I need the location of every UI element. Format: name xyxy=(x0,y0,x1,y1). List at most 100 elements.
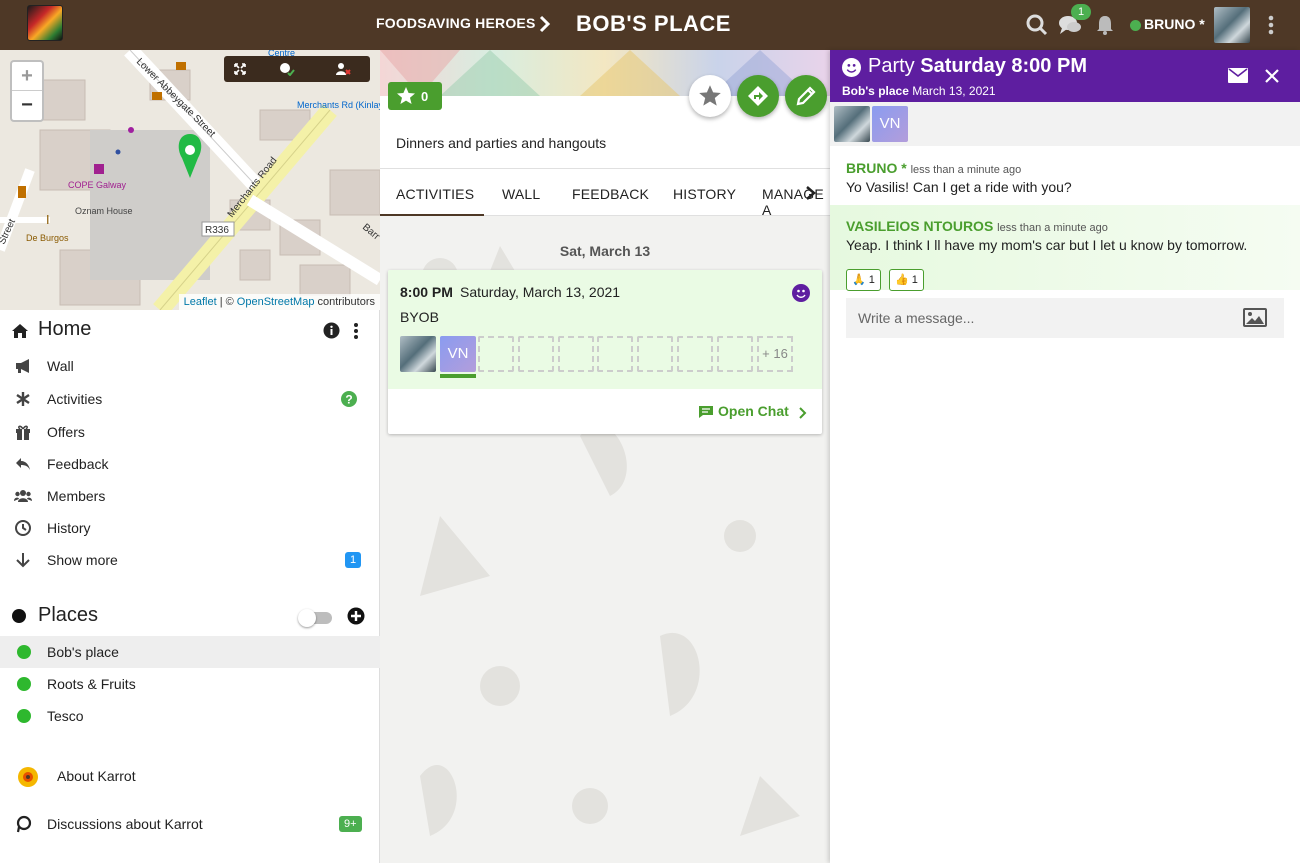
online-status-dot xyxy=(1130,20,1141,31)
user-name[interactable]: BRUNO * xyxy=(1144,16,1205,32)
places-dot-icon xyxy=(12,609,26,623)
home-title[interactable]: Home xyxy=(38,318,91,341)
close-icon[interactable] xyxy=(1264,68,1280,84)
reaction-emoji: 👍 xyxy=(895,274,909,286)
breadcrumb-group[interactable]: FOODSAVING HEROES xyxy=(376,15,536,31)
karrot-logo-icon xyxy=(18,767,38,787)
search-icon[interactable] xyxy=(1025,13,1049,37)
place-item-tesco[interactable]: Tesco xyxy=(0,700,380,732)
group-logo[interactable] xyxy=(27,5,63,41)
empty-slot[interactable] xyxy=(717,336,753,372)
info-icon[interactable] xyxy=(323,322,340,339)
chat-sub-place[interactable]: Bob's place xyxy=(842,84,909,98)
message-author[interactable]: BRUNO * less than a minute ago xyxy=(846,160,1021,176)
user-avatar[interactable] xyxy=(1214,7,1250,43)
chevron-right-icon xyxy=(539,15,551,33)
show-users-icon[interactable] xyxy=(335,62,351,76)
sidebar-item-about[interactable]: About Karrot xyxy=(0,760,380,794)
add-place-icon[interactable] xyxy=(347,607,365,625)
email-icon[interactable] xyxy=(1228,68,1248,83)
message-author[interactable]: VASILEIOS NTOUROS less than a minute ago xyxy=(846,218,1108,234)
chevron-right-icon[interactable] xyxy=(798,406,808,420)
sidebar-item-label: History xyxy=(47,520,91,536)
tab-wall[interactable]: WALL xyxy=(502,186,540,202)
reply-icon xyxy=(16,458,30,470)
zoom-out-button[interactable]: − xyxy=(12,91,42,120)
map[interactable]: Lower Abbeygate Street Merchants Road Me… xyxy=(0,50,380,310)
sidebar: Home Wall Activities ? Offers Feedback M… xyxy=(0,310,380,863)
arrow-down-icon xyxy=(16,553,30,568)
help-icon[interactable]: ? xyxy=(341,391,357,407)
reaction-count: 1 xyxy=(868,274,875,286)
map-label-oznam: Oznam House xyxy=(75,206,133,216)
place-tabs: ACTIVITIES WALL FEEDBACK HISTORY MANAGE … xyxy=(380,168,830,218)
more-vert-icon[interactable] xyxy=(1264,14,1278,36)
sidebar-item-wall[interactable]: Wall xyxy=(0,350,380,382)
fullscreen-icon[interactable] xyxy=(234,63,246,75)
date-heading: Sat, March 13 xyxy=(559,243,651,259)
sidebar-item-feedback[interactable]: Feedback xyxy=(0,448,380,480)
place-status-dot xyxy=(17,709,31,723)
places-title[interactable]: Places xyxy=(38,604,98,627)
places-toggle[interactable] xyxy=(298,609,332,627)
empty-slot[interactable] xyxy=(637,336,673,372)
chevron-right-icon[interactable] xyxy=(804,185,818,201)
show-places-icon[interactable] xyxy=(279,62,295,76)
sidebar-item-history[interactable]: History xyxy=(0,512,380,544)
empty-slot[interactable] xyxy=(558,336,594,372)
breadcrumb-place[interactable]: BOB'S PLACE xyxy=(576,11,731,37)
map-toolbar xyxy=(224,56,370,82)
attribution-suffix: contributors xyxy=(317,296,375,308)
asterisk-icon xyxy=(16,392,30,406)
edit-place-button[interactable] xyxy=(785,75,827,117)
participant-avatar[interactable]: VN xyxy=(872,106,908,142)
empty-slot[interactable] xyxy=(597,336,633,372)
star-place-button[interactable] xyxy=(689,75,731,117)
chat-header: Party Saturday 8:00 PM Bob's place March… xyxy=(830,50,1300,102)
open-chat-button[interactable]: Open Chat xyxy=(718,403,789,419)
zoom-in-button[interactable]: + xyxy=(12,62,42,91)
reaction-thumbs-up[interactable]: 👍 1 xyxy=(889,269,924,291)
sidebar-item-show-more[interactable]: Show more 1 xyxy=(0,544,380,576)
tab-activities[interactable]: ACTIVITIES xyxy=(396,186,474,202)
activity-note: BYOB xyxy=(400,309,439,325)
sidebar-item-label: Feedback xyxy=(47,456,109,472)
more-slots: + 16 xyxy=(757,336,793,372)
bell-icon[interactable] xyxy=(1093,13,1117,37)
sidebar-item-discussions[interactable]: Discussions about Karrot 9+ xyxy=(0,808,380,840)
author-name: BRUNO * xyxy=(846,160,907,176)
sidebar-item-offers[interactable]: Offers xyxy=(0,416,380,448)
map-tiles: Lower Abbeygate Street Merchants Road Me… xyxy=(0,50,380,310)
reaction-count: 1 xyxy=(911,274,918,286)
empty-slot[interactable] xyxy=(518,336,554,372)
participant-avatar[interactable] xyxy=(400,336,436,372)
message-input[interactable] xyxy=(846,298,1236,338)
sidebar-item-members[interactable]: Members xyxy=(0,480,380,512)
home-icon xyxy=(12,324,28,338)
participant-avatar[interactable] xyxy=(834,106,870,142)
tab-history[interactable]: HISTORY xyxy=(673,186,736,202)
reaction-pray[interactable]: 🙏 1 xyxy=(846,269,881,291)
place-description: Dinners and parties and hangouts xyxy=(396,135,607,151)
directions-button[interactable] xyxy=(737,75,779,117)
party-icon xyxy=(842,58,861,77)
places-section-header: Places xyxy=(0,598,380,634)
empty-slot[interactable] xyxy=(478,336,514,372)
star-count-chip[interactable]: 0 xyxy=(388,82,442,110)
empty-slot[interactable] xyxy=(677,336,713,372)
osm-link[interactable]: OpenStreetMap xyxy=(237,296,315,308)
sidebar-item-activities[interactable]: Activities ? xyxy=(0,383,380,415)
more-vert-icon[interactable] xyxy=(349,322,363,340)
chat-message: BRUNO * less than a minute ago Yo Vasili… xyxy=(830,150,1300,200)
place-label: Tesco xyxy=(47,708,84,724)
tab-manage[interactable]: MANAGE A xyxy=(762,186,830,218)
home-section-header: Home xyxy=(0,312,380,348)
place-item-bobs-place[interactable]: Bob's place xyxy=(0,636,380,668)
image-icon[interactable] xyxy=(1243,308,1267,327)
place-item-roots-fruits[interactable]: Roots & Fruits xyxy=(0,668,380,700)
map-attribution: Leaflet | © OpenStreetMap contributors xyxy=(178,294,380,310)
participant-avatar[interactable]: VN xyxy=(440,336,476,372)
top-bar: FOODSAVING HEROES BOB'S PLACE 1 BRUNO * xyxy=(0,0,1300,50)
leaflet-link[interactable]: Leaflet xyxy=(184,296,217,308)
tab-feedback[interactable]: FEEDBACK xyxy=(572,186,649,202)
